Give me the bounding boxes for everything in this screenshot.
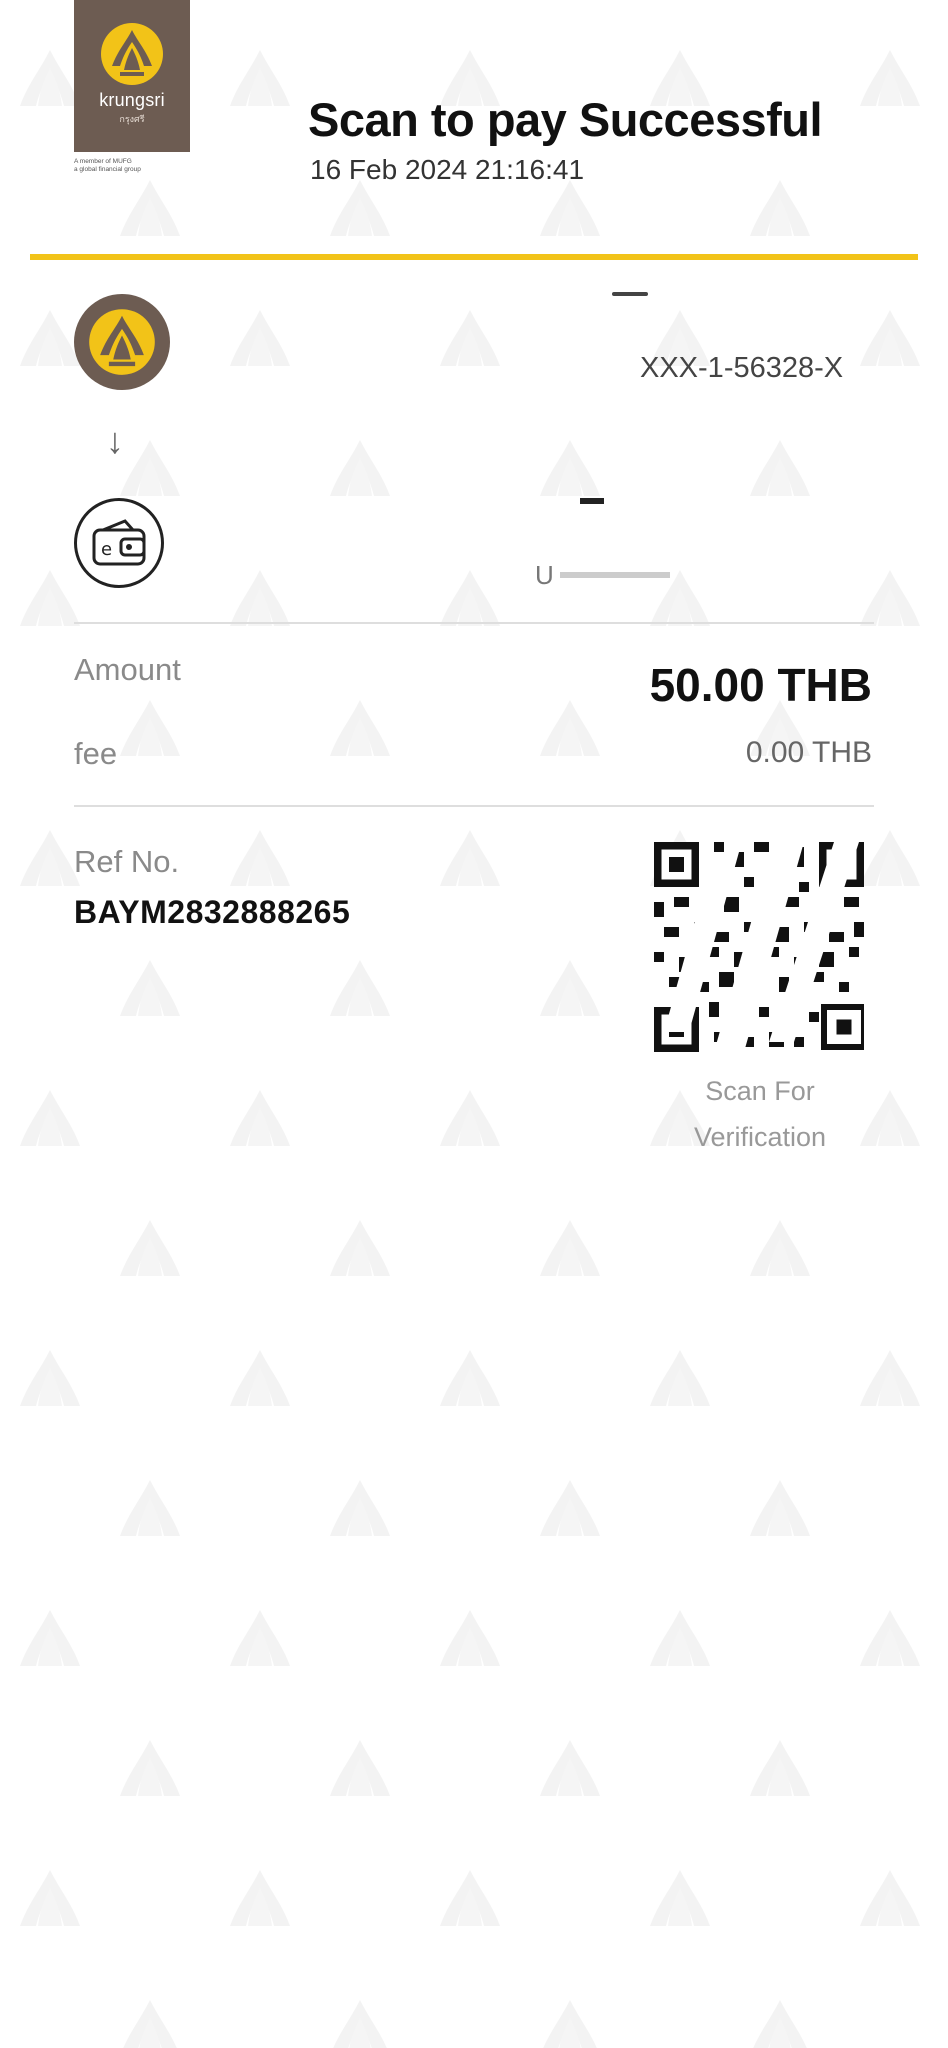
e-wallet-icon: e	[92, 519, 146, 566]
sender-account-number: XXX-1-56328-X	[640, 352, 844, 384]
redacted-receiver-name	[580, 498, 604, 504]
qr-caption: Scan For Verification	[660, 1068, 860, 1160]
ref-number: BAYM2832888265	[74, 894, 351, 930]
transaction-datetime: 16 Feb 2024 21:16:41	[310, 154, 585, 185]
redacted-receiver-account	[560, 572, 670, 578]
amount-value: 50.00 THB	[649, 659, 872, 711]
qr-caption-line2: Verification	[693, 1122, 827, 1152]
section-divider	[74, 622, 874, 624]
brand-thai-name: กรุงศรี	[119, 114, 145, 124]
page-title: Scan to pay Successful	[308, 93, 823, 146]
ref-label: Ref No.	[74, 844, 180, 879]
krungsri-logo-icon	[101, 23, 163, 85]
fee-value: 0.00 THB	[745, 736, 872, 769]
redacted-sender-name	[612, 292, 648, 296]
qr-caption-line1: Scan For	[705, 1076, 815, 1106]
arrow-down-icon: ↓	[106, 420, 124, 461]
brand-name: krungsri	[99, 90, 165, 110]
receiver-wallet-avatar: e	[74, 498, 164, 588]
krungsri-logo: krungsri กรุงศรี	[74, 0, 190, 152]
accent-divider	[30, 254, 918, 260]
verification-qr-code[interactable]	[654, 842, 864, 1052]
fee-label: fee	[74, 736, 118, 771]
receiver-account-fragment: U	[535, 560, 554, 590]
member-line-1: A member of MUFG	[74, 158, 132, 165]
svg-text:e: e	[101, 539, 112, 560]
section-divider	[74, 805, 874, 807]
member-line-2: a global financial group	[74, 166, 141, 173]
sender-bank-avatar	[74, 294, 170, 390]
amount-label: Amount	[74, 652, 181, 687]
krungsri-bank-icon	[89, 309, 155, 375]
member-tagline: A member of MUFG a global financial grou…	[74, 158, 204, 174]
